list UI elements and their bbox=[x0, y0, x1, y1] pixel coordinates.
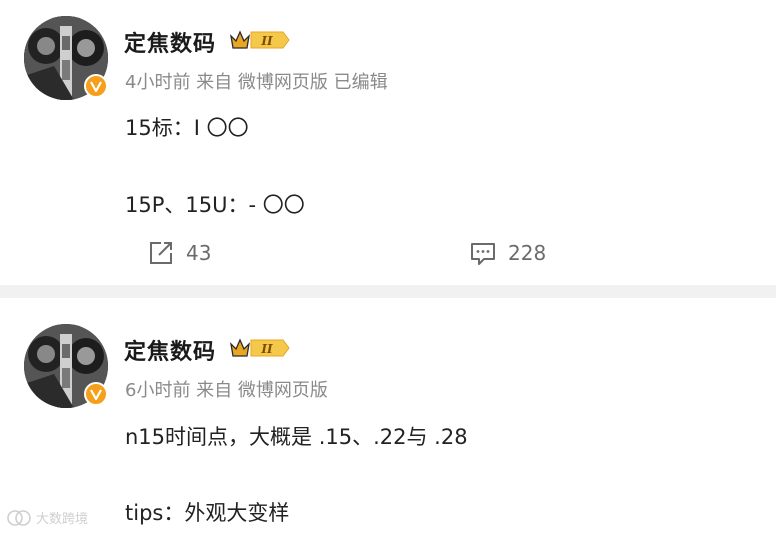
watermark: 大数跨境 bbox=[6, 508, 88, 527]
watermark-logo-icon bbox=[7, 509, 31, 526]
post-text-line: n15时间点，大概是 .15、.22与 .28 bbox=[125, 425, 468, 449]
post-meta: 6小时前 来自 微博网页版 bbox=[125, 380, 328, 401]
author-name[interactable]: 定焦数码 bbox=[124, 334, 216, 366]
member-badge-icon[interactable]: II bbox=[229, 28, 291, 56]
author-name[interactable]: 定焦数码 bbox=[124, 26, 216, 58]
post-text-line: tips：外观大变样 bbox=[125, 501, 290, 525]
post-divider bbox=[0, 285, 776, 298]
badge-label: II bbox=[260, 34, 273, 48]
post-text-line: 15标：I 〇〇 bbox=[125, 116, 249, 140]
repost-button[interactable]: 43 bbox=[148, 236, 211, 270]
comment-button[interactable]: 228 bbox=[470, 236, 546, 270]
member-badge-icon[interactable]: II bbox=[229, 336, 291, 364]
weibo-post: 定焦数码 II 6小时前 来自 微博网页版 n15时间点，大概是 .15、.22… bbox=[0, 298, 776, 534]
comment-count: 228 bbox=[508, 241, 547, 265]
badge-label: II bbox=[260, 342, 273, 356]
post-meta: 4小时前 来自 微博网页版 已编辑 bbox=[125, 72, 388, 93]
watermark-text: 大数跨境 bbox=[36, 512, 89, 527]
repost-count: 43 bbox=[186, 241, 212, 265]
verified-icon bbox=[84, 74, 108, 98]
comment-icon bbox=[471, 243, 495, 265]
post-text-line: 15P、15U：- 〇〇 bbox=[125, 193, 305, 217]
repost-icon bbox=[150, 242, 172, 264]
weibo-post: 定焦数码 II 4小时前 来自 微博网页版 已编辑 15标：I 〇〇 15P、1… bbox=[0, 0, 776, 285]
verified-icon bbox=[84, 382, 108, 406]
